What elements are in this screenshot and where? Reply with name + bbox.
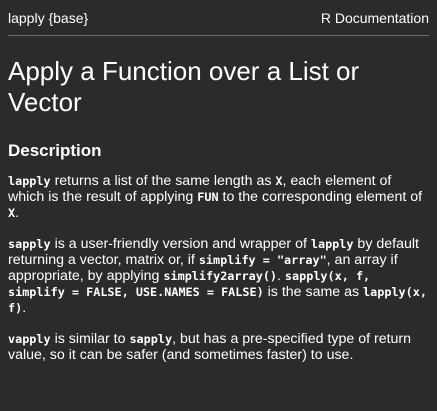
description-paragraph-vapply: vapply is similar to sapply, but has a p… (8, 331, 429, 363)
topic-label: lapply {base} (8, 10, 89, 26)
text-span: returns a list of the same length as (50, 173, 276, 189)
help-page: lapply {base} R Documentation Apply a Fu… (0, 8, 437, 411)
code-sapply: sapply (8, 237, 51, 251)
text-span: . (277, 268, 285, 284)
code-lapply: lapply (310, 237, 354, 251)
text-span: is similar to (50, 331, 130, 347)
doc-header: lapply {base} R Documentation (8, 8, 429, 36)
text-span: . (22, 300, 27, 316)
text-span: . (15, 205, 20, 221)
code-simplify2array: simplify2array() (163, 269, 278, 283)
section-heading-description: Description (8, 141, 102, 160)
description-paragraph-lapply: lapply returns a list of the same length… (8, 173, 429, 221)
code-sapply: sapply (129, 332, 173, 346)
text-span: to the corresponding element of (218, 189, 423, 205)
code-lapply: lapply (8, 174, 51, 188)
text-span: is the same as (263, 284, 364, 300)
code-simplify-array: simplify = "array" (198, 253, 327, 267)
code-vapply: vapply (8, 332, 51, 346)
text-span: is a user-friendly version and wrapper o… (50, 236, 311, 252)
page-title: Apply a Function over a List or Vector (8, 56, 360, 117)
code-fun: FUN (197, 190, 219, 204)
description-paragraph-sapply: sapply is a user-friendly version and wr… (8, 236, 429, 316)
doc-source-label: R Documentation (320, 10, 429, 26)
